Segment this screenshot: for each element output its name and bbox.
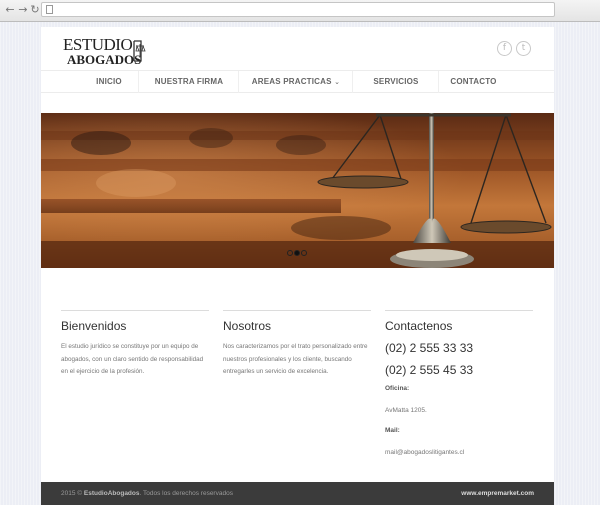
copyright-text: . Todos los derechos reservados: [139, 490, 233, 497]
section-title: Bienvenidos: [61, 319, 127, 333]
footer-brand[interactable]: EstudioAbogados: [84, 490, 140, 497]
logo-line2: ABOGADOS: [67, 52, 142, 67]
hero-slider[interactable]: [41, 113, 554, 268]
copyright: 2015 © EstudioAbogados. Todos los derech…: [61, 482, 233, 505]
twitter-icon[interactable]: t: [516, 41, 531, 56]
site-logo[interactable]: ESTUDIO ABOGADOS: [63, 35, 148, 67]
site-container: ESTUDIO ABOGADOS f t INICIO NUESTRA FIRM…: [41, 27, 554, 505]
nav-item-areas-label: AREAS PRACTICAS: [251, 77, 332, 86]
office-address: AvMatta 1205.: [385, 407, 427, 414]
main-nav: INICIO NUESTRA FIRMA AREAS PRACTICAS ⌄ S…: [41, 70, 554, 93]
facebook-icon[interactable]: f: [497, 41, 512, 56]
mail-label: Mail:: [385, 427, 400, 434]
section-text: Nos caracterizamos por el trato personal…: [223, 343, 368, 375]
section-title: Contactenos: [385, 319, 453, 333]
nav-divider: [138, 71, 139, 93]
section-title: Nosotros: [223, 319, 272, 333]
copyright-year: 2015 ©: [61, 490, 83, 497]
nav-divider: [438, 71, 439, 93]
page-icon: [46, 5, 53, 14]
nav-divider: [238, 71, 239, 93]
office-label: Oficina:: [385, 385, 410, 392]
section-rule: [385, 310, 533, 311]
section-rule: [61, 310, 209, 311]
browser-toolbar: ← → ↻: [0, 0, 600, 22]
nav-item-nuestra-firma[interactable]: NUESTRA FIRMA: [141, 71, 237, 93]
nav-item-areas-practicas[interactable]: AREAS PRACTICAS ⌄: [241, 71, 351, 93]
forward-arrow-icon[interactable]: →: [17, 3, 29, 17]
footer-credit-link[interactable]: www.empremarket.com: [461, 482, 534, 505]
phone-number[interactable]: (02) 2 555 45 33: [385, 363, 473, 377]
slider-dot-active[interactable]: [294, 250, 300, 256]
hero-image: [41, 113, 554, 268]
site-header: ESTUDIO ABOGADOS f t: [41, 27, 554, 70]
chevron-down-icon: ⌄: [334, 78, 341, 86]
back-arrow-icon[interactable]: ←: [4, 3, 16, 17]
mail-link[interactable]: mail@abogadoslitigantes.cl: [385, 449, 464, 456]
section-rule: [223, 310, 371, 311]
reload-icon[interactable]: ↻: [29, 3, 41, 17]
section-text: El estudio jurídico se constituye por un…: [61, 343, 204, 375]
scale-logo-icon: [133, 40, 146, 62]
address-bar[interactable]: [41, 2, 555, 17]
site-footer: 2015 © EstudioAbogados. Todos los derech…: [41, 482, 554, 505]
nav-item-inicio[interactable]: INICIO: [81, 71, 137, 93]
nav-item-servicios[interactable]: SERVICIOS: [355, 71, 437, 93]
slider-dot[interactable]: [287, 250, 293, 256]
nav-item-contacto[interactable]: CONTACTO: [441, 71, 506, 93]
phone-number[interactable]: (02) 2 555 33 33: [385, 341, 473, 355]
slider-dot[interactable]: [301, 250, 307, 256]
nav-divider: [352, 71, 353, 93]
